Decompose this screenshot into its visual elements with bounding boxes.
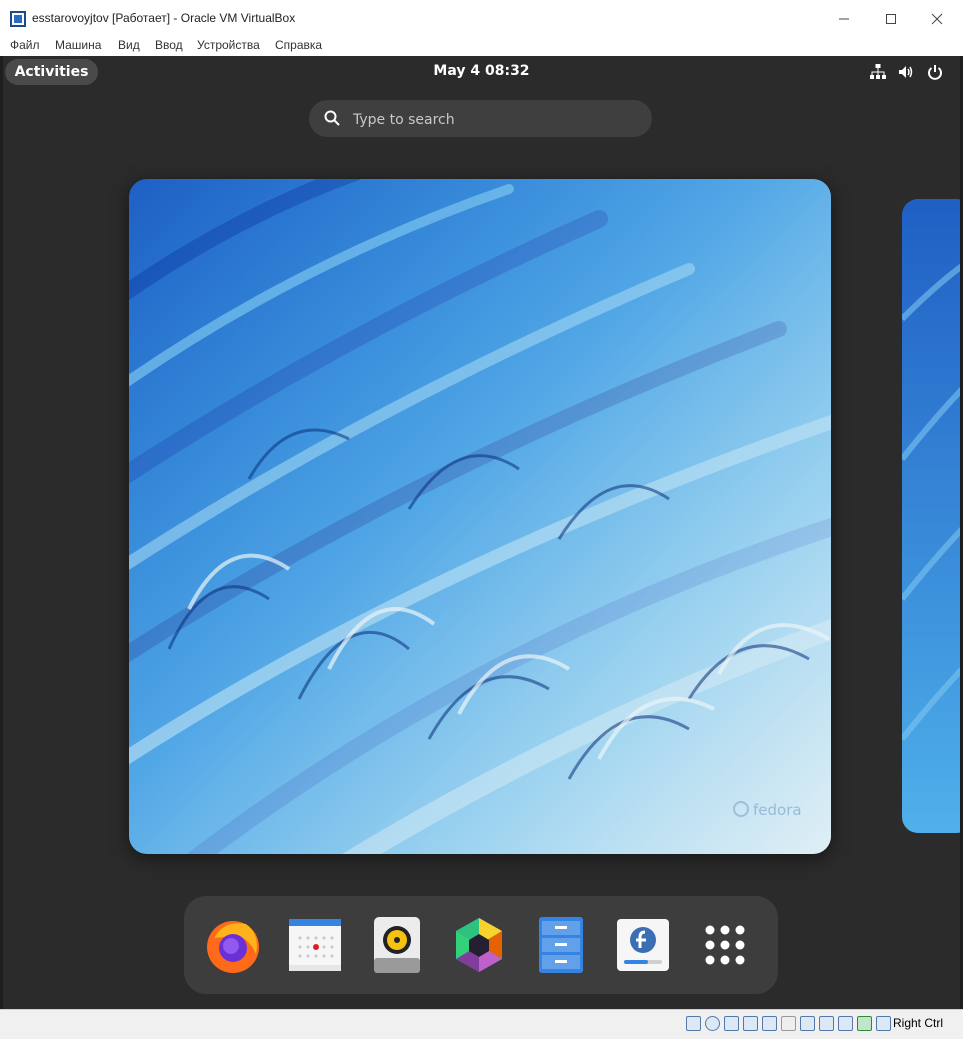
hard-disk-icon[interactable] (686, 1016, 701, 1031)
vm-display[interactable]: Activities May 4 08:32 Type to search fe… (3, 56, 960, 1009)
network-wired-icon[interactable] (869, 63, 887, 81)
menu-help[interactable]: Справка (275, 38, 322, 52)
files-launcher[interactable] (530, 914, 592, 976)
window-title-bar: esstarovoyjtov [Работает] - Oracle VM Vi… (0, 0, 963, 36)
menu-machine[interactable]: Машина (55, 38, 101, 52)
gnome-top-bar: Activities May 4 08:32 (3, 56, 960, 87)
show-apps-icon (705, 925, 745, 965)
dash (184, 896, 778, 994)
workspace-thumbnail[interactable]: fedora (129, 179, 831, 854)
software-icon (456, 918, 502, 972)
cpu-icon[interactable] (838, 1016, 853, 1031)
host-key-label: Right Ctrl (893, 1016, 944, 1030)
minimize-button[interactable] (822, 4, 866, 34)
menu-devices[interactable]: Устройства (197, 38, 260, 52)
menu-file[interactable]: Файл (10, 38, 40, 52)
show-apps-button[interactable] (694, 914, 756, 976)
fedora-installer-icon (617, 919, 669, 971)
menu-view[interactable]: Вид (118, 38, 140, 52)
video-capture-icon[interactable] (819, 1016, 834, 1031)
status-bar: Right Ctrl (0, 1009, 963, 1039)
optical-drive-icon[interactable] (705, 1016, 720, 1031)
close-button[interactable] (915, 4, 959, 34)
search-bar[interactable] (309, 100, 652, 137)
window-title: esstarovoyjtov [Работает] - Oracle VM Vi… (32, 11, 296, 25)
search-input[interactable] (351, 108, 635, 132)
audio-icon[interactable] (724, 1016, 739, 1031)
rhythmbox-icon (374, 917, 420, 973)
calendar-launcher[interactable] (284, 914, 346, 976)
wallpaper: fedora (129, 179, 831, 854)
usb-icon[interactable] (762, 1016, 777, 1031)
network-icon[interactable] (743, 1016, 758, 1031)
rhythmbox-launcher[interactable] (366, 914, 428, 976)
firefox-launcher[interactable] (202, 914, 264, 976)
maximize-button[interactable] (869, 4, 913, 34)
fedora-installer-launcher[interactable] (612, 914, 674, 976)
wallpaper-watermark: fedora (753, 801, 802, 819)
power-icon[interactable] (926, 63, 944, 81)
clock[interactable]: May 4 08:32 (3, 63, 960, 79)
wallpaper-next (902, 199, 960, 833)
software-launcher[interactable] (448, 914, 510, 976)
shared-folders-icon[interactable] (781, 1016, 796, 1031)
virtualbox-icon (10, 11, 26, 27)
calendar-icon (289, 919, 341, 971)
search-icon (324, 110, 340, 126)
display-icon[interactable] (800, 1016, 815, 1031)
menu-input[interactable]: Ввод (155, 38, 183, 52)
workspace-thumbnail-next[interactable] (902, 199, 960, 833)
files-icon (539, 917, 583, 973)
volume-icon[interactable] (897, 63, 915, 81)
firefox-icon (207, 921, 259, 973)
menu-bar: Файл Машина Вид Ввод Устройства Справка (0, 36, 963, 56)
mouse-integration-icon[interactable] (857, 1016, 872, 1031)
keyboard-capture-icon[interactable] (876, 1016, 891, 1031)
